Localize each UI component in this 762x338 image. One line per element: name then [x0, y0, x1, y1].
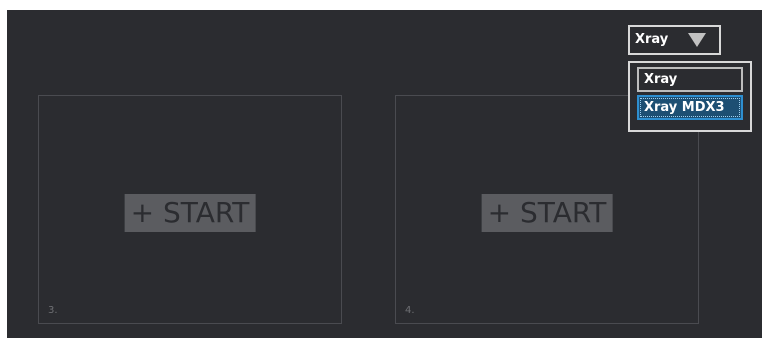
triangle-down-icon[interactable]	[688, 33, 706, 47]
option-xray-mdx3[interactable]: Xray MDX3	[637, 95, 743, 120]
modality-select[interactable]: Xray	[628, 25, 721, 55]
option-xray[interactable]: Xray	[637, 67, 743, 92]
start-button-3[interactable]: + START	[124, 194, 256, 232]
workspace-background: + START 3. + START 4.	[7, 10, 762, 338]
start-button-4[interactable]: + START	[481, 194, 613, 232]
slot-panel-3: + START 3.	[38, 95, 342, 324]
slot-number-3: 3.	[48, 305, 58, 316]
modality-options-list: Xray Xray MDX3	[628, 61, 752, 132]
slot-number-4: 4.	[405, 305, 415, 316]
modality-select-value: Xray	[635, 32, 669, 47]
